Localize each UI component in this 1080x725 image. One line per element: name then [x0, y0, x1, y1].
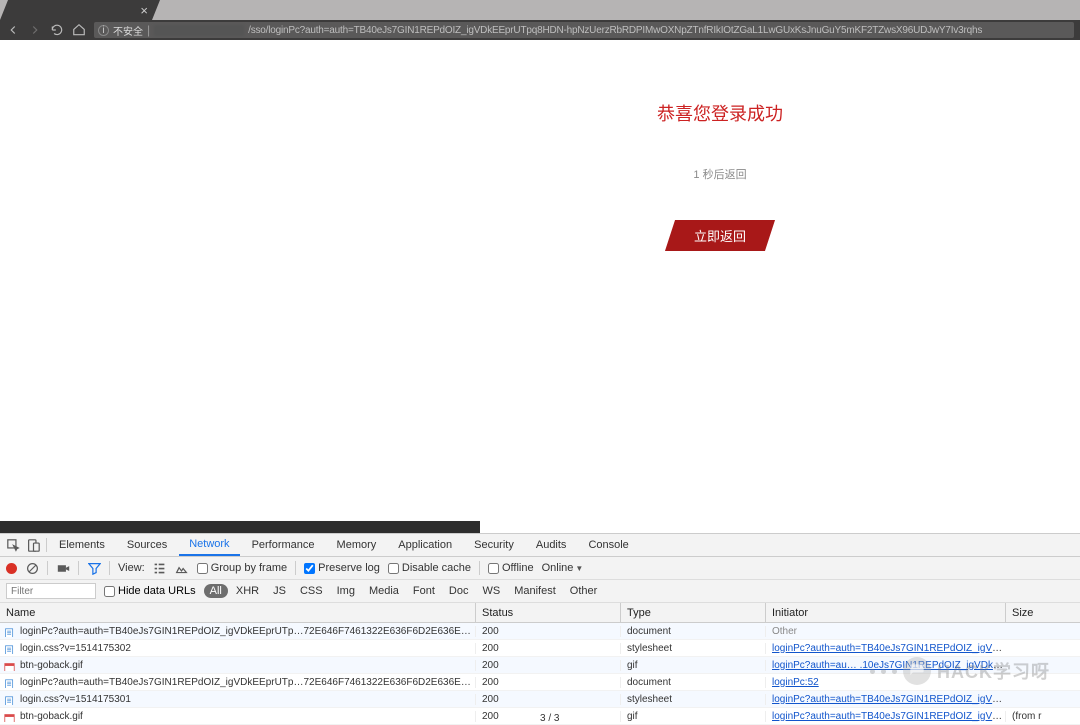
filter-icon[interactable]: [87, 561, 101, 575]
col-size[interactable]: Size: [1005, 603, 1080, 622]
type-pill-all[interactable]: All: [204, 584, 228, 598]
devtools-panel: Elements Sources Network Performance Mem…: [0, 533, 1080, 725]
col-type[interactable]: Type: [620, 603, 765, 622]
disable-cache-checkbox[interactable]: Disable cache: [388, 562, 471, 574]
tab-performance[interactable]: Performance: [242, 535, 325, 555]
document-file-icon: [4, 679, 15, 688]
tab-console[interactable]: Console: [578, 535, 638, 555]
info-icon: i: [98, 25, 109, 36]
url-host-blurred: [154, 25, 244, 36]
type-filter-pills: AllXHRJSCSSImgMediaFontDocWSManifestOthe…: [204, 584, 604, 598]
col-initiator[interactable]: Initiator: [765, 603, 1005, 622]
address-bar[interactable]: i 不安全 | /sso/loginPc?auth=auth=TB40eJs7G…: [94, 22, 1074, 38]
inspect-element-icon[interactable]: [6, 538, 20, 552]
login-success-message: 恭喜您登录成功: [420, 100, 1020, 126]
redirect-countdown: 1 秒后返回: [420, 166, 1020, 182]
browser-tab[interactable]: ×: [0, 0, 160, 20]
url-path: /sso/loginPc?auth=auth=TB40eJs7GIN1REPdO…: [248, 25, 982, 36]
table-row[interactable]: loginPc?auth=auth=TB40eJs7GIN1REPdOIZ_ig…: [0, 623, 1080, 640]
window-gap: [0, 521, 480, 533]
forward-icon[interactable]: [28, 23, 42, 37]
preserve-log-checkbox[interactable]: Preserve log: [304, 562, 380, 574]
home-icon[interactable]: [72, 23, 86, 37]
type-pill-font[interactable]: Font: [407, 584, 441, 598]
view-list-icon[interactable]: [153, 561, 167, 575]
image-file-icon: [4, 662, 15, 671]
document-file-icon: [4, 628, 15, 637]
type-pill-manifest[interactable]: Manifest: [508, 584, 562, 598]
filter-input[interactable]: [6, 583, 96, 599]
tab-audits[interactable]: Audits: [526, 535, 577, 555]
table-header: Name Status Type Initiator Size: [0, 603, 1080, 623]
back-icon[interactable]: [6, 23, 20, 37]
table-row[interactable]: loginPc?auth=auth=TB40eJs7GIN1REPdOIZ_ig…: [0, 674, 1080, 691]
tab-close-icon[interactable]: ×: [140, 3, 148, 18]
image-file-icon: [4, 713, 15, 722]
table-row[interactable]: login.css?v=1514175301200stylesheetlogin…: [0, 691, 1080, 708]
tab-sources[interactable]: Sources: [117, 535, 177, 555]
request-counter: 3 / 3: [540, 713, 559, 724]
type-pill-css[interactable]: CSS: [294, 584, 329, 598]
document-file-icon: [4, 645, 15, 654]
record-icon[interactable]: [6, 563, 17, 574]
view-frames-icon[interactable]: [175, 561, 189, 575]
type-pill-js[interactable]: JS: [267, 584, 292, 598]
page-content: 恭喜您登录成功 1 秒后返回 立即返回: [0, 40, 1080, 521]
network-filter-bar: Hide data URLs AllXHRJSCSSImgMediaFontDo…: [0, 580, 1080, 603]
document-file-icon: [4, 696, 15, 705]
camera-icon[interactable]: [56, 561, 70, 575]
reload-icon[interactable]: [50, 23, 64, 37]
browser-nav-bar: i 不安全 | /sso/loginPc?auth=auth=TB40eJs7G…: [0, 20, 1080, 40]
clear-icon[interactable]: [25, 561, 39, 575]
col-name[interactable]: Name: [0, 603, 475, 622]
network-table: Name Status Type Initiator Size loginPc?…: [0, 603, 1080, 725]
type-pill-other[interactable]: Other: [564, 584, 604, 598]
go-back-button[interactable]: 立即返回: [665, 220, 775, 251]
browser-tab-strip: ×: [0, 0, 1080, 20]
device-toggle-icon[interactable]: [26, 538, 40, 552]
type-pill-ws[interactable]: WS: [476, 584, 506, 598]
offline-checkbox[interactable]: Offline: [488, 562, 534, 574]
tab-application[interactable]: Application: [388, 535, 462, 555]
tab-security[interactable]: Security: [464, 535, 524, 555]
col-status[interactable]: Status: [475, 603, 620, 622]
table-row[interactable]: login.css?v=1514175302200stylesheetlogin…: [0, 640, 1080, 657]
security-warning: 不安全: [113, 23, 143, 38]
network-toolbar: View: Group by frame Preserve log Disabl…: [0, 557, 1080, 580]
type-pill-img[interactable]: Img: [331, 584, 361, 598]
type-pill-media[interactable]: Media: [363, 584, 405, 598]
tab-memory[interactable]: Memory: [327, 535, 387, 555]
throttle-select[interactable]: Online▼: [542, 562, 584, 574]
type-pill-xhr[interactable]: XHR: [230, 584, 265, 598]
tab-elements[interactable]: Elements: [49, 535, 115, 555]
type-pill-doc[interactable]: Doc: [443, 584, 475, 598]
group-by-frame-checkbox[interactable]: Group by frame: [197, 562, 287, 574]
table-row[interactable]: btn-goback.gif200gifloginPc?auth=au… .10…: [0, 657, 1080, 674]
tab-network[interactable]: Network: [179, 534, 239, 556]
view-label: View:: [118, 562, 145, 574]
hide-data-urls-checkbox[interactable]: Hide data URLs: [104, 585, 196, 597]
devtools-tab-bar: Elements Sources Network Performance Mem…: [0, 534, 1080, 557]
